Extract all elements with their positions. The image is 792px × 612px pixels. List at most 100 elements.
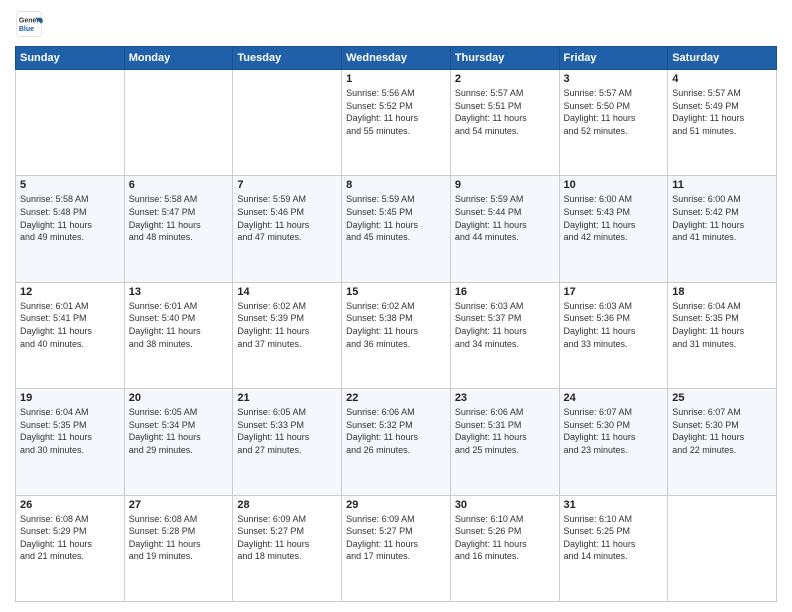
- calendar-cell-3-4: 23 Sunrise: 6:06 AM Sunset: 5:31 PM Dayli…: [450, 389, 559, 495]
- day-number: 15: [346, 286, 446, 298]
- calendar-cell-0-3: 1Sunrise: 5:56 AM Sunset: 5:52 PM Daylig…: [342, 70, 451, 176]
- calendar-cell-3-2: 21 Sunrise: 6:05 AM Sunset: 5:33 PM Dayli…: [233, 389, 342, 495]
- calendar-cell-4-0: 26 Sunrise: 6:08 AM Sunset: 5:29 PM Dayli…: [16, 495, 125, 601]
- day-number: 21: [237, 392, 337, 404]
- weekday-header-thursday: Thursday: [450, 47, 559, 70]
- day-info: Sunrise: 6:05 AM Sunset: 5:33 PM Dayligh…: [237, 406, 337, 456]
- day-number: 30: [455, 499, 555, 511]
- calendar-cell-1-3: 8 Sunrise: 5:59 AM Sunset: 5:45 PM Daylig…: [342, 176, 451, 282]
- calendar-row-2: 12 Sunrise: 6:01 AM Sunset: 5:41 PM Dayli…: [16, 282, 777, 388]
- day-number: 31: [564, 499, 664, 511]
- day-info: Sunrise: 5:57 AM Sunset: 5:51 PM Dayligh…: [455, 87, 555, 137]
- day-number: 8: [346, 179, 446, 191]
- calendar-cell-2-6: 18 Sunrise: 6:04 AM Sunset: 5:35 PM Dayli…: [668, 282, 777, 388]
- day-info: Sunrise: 6:01 AM Sunset: 5:40 PM Dayligh…: [129, 300, 229, 350]
- day-info: Sunrise: 6:00 AM Sunset: 5:43 PM Dayligh…: [564, 193, 664, 243]
- calendar-cell-0-6: 4 Sunrise: 5:57 AM Sunset: 5:49 PM Daylig…: [668, 70, 777, 176]
- day-number: 5: [20, 179, 120, 191]
- day-number: 4: [672, 73, 772, 85]
- day-info: Sunrise: 5:58 AM Sunset: 5:48 PM Dayligh…: [20, 193, 120, 243]
- day-info: Sunrise: 6:06 AM Sunset: 5:31 PM Dayligh…: [455, 406, 555, 456]
- day-number: 14: [237, 286, 337, 298]
- calendar-cell-3-3: 22 Sunrise: 6:06 AM Sunset: 5:32 PM Dayli…: [342, 389, 451, 495]
- day-number: 29: [346, 499, 446, 511]
- weekday-header-wednesday: Wednesday: [342, 47, 451, 70]
- calendar-cell-0-2: [233, 70, 342, 176]
- day-info: Sunrise: 6:04 AM Sunset: 5:35 PM Dayligh…: [20, 406, 120, 456]
- calendar-table: SundayMondayTuesdayWednesdayThursdayFrid…: [15, 46, 777, 602]
- day-info: Sunrise: 6:04 AM Sunset: 5:35 PM Dayligh…: [672, 300, 772, 350]
- day-info: Sunrise: 6:02 AM Sunset: 5:39 PM Dayligh…: [237, 300, 337, 350]
- day-info: Sunrise: 5:57 AM Sunset: 5:49 PM Dayligh…: [672, 87, 772, 137]
- weekday-header-friday: Friday: [559, 47, 668, 70]
- calendar-cell-0-5: 3 Sunrise: 5:57 AM Sunset: 5:50 PM Daylig…: [559, 70, 668, 176]
- day-number: 6: [129, 179, 229, 191]
- day-info: Sunrise: 6:07 AM Sunset: 5:30 PM Dayligh…: [672, 406, 772, 456]
- svg-text:Blue: Blue: [19, 26, 34, 33]
- calendar-cell-1-1: 6 Sunrise: 5:58 AM Sunset: 5:47 PM Daylig…: [124, 176, 233, 282]
- day-number: 18: [672, 286, 772, 298]
- calendar-cell-1-6: 11 Sunrise: 6:00 AM Sunset: 5:42 PM Dayli…: [668, 176, 777, 282]
- calendar-cell-3-5: 24Sunrise: 6:07 AM Sunset: 5:30 PM Dayli…: [559, 389, 668, 495]
- calendar-cell-1-0: 5 Sunrise: 5:58 AM Sunset: 5:48 PM Daylig…: [16, 176, 125, 282]
- calendar-cell-4-3: 29 Sunrise: 6:09 AM Sunset: 5:27 PM Dayli…: [342, 495, 451, 601]
- calendar-cell-1-5: 10 Sunrise: 6:00 AM Sunset: 5:43 PM Dayli…: [559, 176, 668, 282]
- calendar-cell-2-5: 17 Sunrise: 6:03 AM Sunset: 5:36 PM Dayli…: [559, 282, 668, 388]
- day-number: 3: [564, 73, 664, 85]
- day-info: Sunrise: 6:05 AM Sunset: 5:34 PM Dayligh…: [129, 406, 229, 456]
- day-number: 12: [20, 286, 120, 298]
- day-number: 11: [672, 179, 772, 191]
- calendar-row-3: 19Sunrise: 6:04 AM Sunset: 5:35 PM Dayli…: [16, 389, 777, 495]
- day-info: Sunrise: 6:08 AM Sunset: 5:28 PM Dayligh…: [129, 513, 229, 563]
- day-number: 13: [129, 286, 229, 298]
- weekday-header-tuesday: Tuesday: [233, 47, 342, 70]
- day-number: 25: [672, 392, 772, 404]
- calendar-cell-1-4: 9 Sunrise: 5:59 AM Sunset: 5:44 PM Daylig…: [450, 176, 559, 282]
- day-info: Sunrise: 5:59 AM Sunset: 5:45 PM Dayligh…: [346, 193, 446, 243]
- day-number: 10: [564, 179, 664, 191]
- calendar-cell-2-3: 15 Sunrise: 6:02 AM Sunset: 5:38 PM Dayli…: [342, 282, 451, 388]
- calendar-row-1: 5 Sunrise: 5:58 AM Sunset: 5:48 PM Daylig…: [16, 176, 777, 282]
- day-number: 26: [20, 499, 120, 511]
- calendar-cell-4-1: 27Sunrise: 6:08 AM Sunset: 5:28 PM Dayli…: [124, 495, 233, 601]
- day-info: Sunrise: 5:59 AM Sunset: 5:44 PM Dayligh…: [455, 193, 555, 243]
- day-info: Sunrise: 6:01 AM Sunset: 5:41 PM Dayligh…: [20, 300, 120, 350]
- calendar-row-0: 1Sunrise: 5:56 AM Sunset: 5:52 PM Daylig…: [16, 70, 777, 176]
- day-number: 9: [455, 179, 555, 191]
- calendar-cell-2-1: 13 Sunrise: 6:01 AM Sunset: 5:40 PM Dayli…: [124, 282, 233, 388]
- day-info: Sunrise: 6:09 AM Sunset: 5:27 PM Dayligh…: [346, 513, 446, 563]
- logo: General Blue: [15, 10, 47, 38]
- day-number: 24: [564, 392, 664, 404]
- weekday-header-sunday: Sunday: [16, 47, 125, 70]
- calendar-cell-0-4: 2 Sunrise: 5:57 AM Sunset: 5:51 PM Daylig…: [450, 70, 559, 176]
- day-info: Sunrise: 5:58 AM Sunset: 5:47 PM Dayligh…: [129, 193, 229, 243]
- day-info: Sunrise: 6:06 AM Sunset: 5:32 PM Dayligh…: [346, 406, 446, 456]
- day-info: Sunrise: 6:02 AM Sunset: 5:38 PM Dayligh…: [346, 300, 446, 350]
- calendar-cell-3-6: 25 Sunrise: 6:07 AM Sunset: 5:30 PM Dayli…: [668, 389, 777, 495]
- day-number: 17: [564, 286, 664, 298]
- calendar-cell-4-4: 30Sunrise: 6:10 AM Sunset: 5:26 PM Dayli…: [450, 495, 559, 601]
- day-info: Sunrise: 5:57 AM Sunset: 5:50 PM Dayligh…: [564, 87, 664, 137]
- day-info: Sunrise: 6:03 AM Sunset: 5:37 PM Dayligh…: [455, 300, 555, 350]
- day-number: 22: [346, 392, 446, 404]
- day-number: 7: [237, 179, 337, 191]
- calendar-cell-2-2: 14 Sunrise: 6:02 AM Sunset: 5:39 PM Dayli…: [233, 282, 342, 388]
- day-info: Sunrise: 6:03 AM Sunset: 5:36 PM Dayligh…: [564, 300, 664, 350]
- day-info: Sunrise: 6:00 AM Sunset: 5:42 PM Dayligh…: [672, 193, 772, 243]
- day-number: 1: [346, 73, 446, 85]
- calendar-cell-4-2: 28 Sunrise: 6:09 AM Sunset: 5:27 PM Dayli…: [233, 495, 342, 601]
- logo-icon: General Blue: [15, 10, 43, 38]
- day-number: 2: [455, 73, 555, 85]
- day-number: 23: [455, 392, 555, 404]
- page: General Blue SundayMondayTuesdayWednesda…: [0, 0, 792, 612]
- weekday-header-saturday: Saturday: [668, 47, 777, 70]
- day-info: Sunrise: 6:09 AM Sunset: 5:27 PM Dayligh…: [237, 513, 337, 563]
- calendar-cell-2-0: 12 Sunrise: 6:01 AM Sunset: 5:41 PM Dayli…: [16, 282, 125, 388]
- calendar-cell-0-0: [16, 70, 125, 176]
- day-info: Sunrise: 6:08 AM Sunset: 5:29 PM Dayligh…: [20, 513, 120, 563]
- day-number: 28: [237, 499, 337, 511]
- weekday-header-row: SundayMondayTuesdayWednesdayThursdayFrid…: [16, 47, 777, 70]
- day-number: 20: [129, 392, 229, 404]
- calendar-cell-4-5: 31Sunrise: 6:10 AM Sunset: 5:25 PM Dayli…: [559, 495, 668, 601]
- calendar-cell-0-1: [124, 70, 233, 176]
